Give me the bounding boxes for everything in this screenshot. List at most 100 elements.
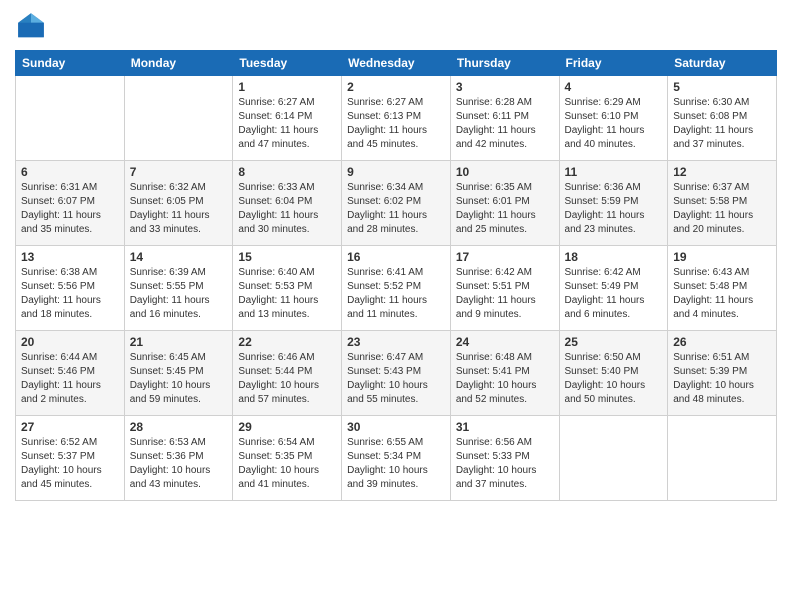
day-cell: 17 Sunrise: 6:42 AM Sunset: 5:51 PM Dayli… [450, 246, 559, 331]
day-info: Sunrise: 6:27 AM Sunset: 6:13 PM Dayligh… [347, 96, 445, 152]
day-cell: 31 Sunrise: 6:56 AM Sunset: 5:33 PM Dayli… [450, 416, 559, 501]
day-info: Sunrise: 6:48 AM Sunset: 5:41 PM Dayligh… [456, 351, 554, 407]
day-cell: 14 Sunrise: 6:39 AM Sunset: 5:55 PM Dayli… [124, 246, 233, 331]
day-info: Sunrise: 6:47 AM Sunset: 5:43 PM Dayligh… [347, 351, 445, 407]
day-cell: 22 Sunrise: 6:46 AM Sunset: 5:44 PM Dayli… [233, 331, 342, 416]
day-cell: 1Sunrise: 6:27 AM Sunset: 6:14 PM Daylig… [233, 76, 342, 161]
calendar-header: SundayMondayTuesdayWednesdayThursdayFrid… [16, 51, 777, 76]
day-number: 17 [456, 250, 554, 264]
day-cell: 5Sunrise: 6:30 AM Sunset: 6:08 PM Daylig… [668, 76, 777, 161]
header-row: SundayMondayTuesdayWednesdayThursdayFrid… [16, 51, 777, 76]
header-cell-sunday: Sunday [16, 51, 125, 76]
day-info: Sunrise: 6:42 AM Sunset: 5:51 PM Dayligh… [456, 266, 554, 322]
day-cell: 4 Sunrise: 6:29 AM Sunset: 6:10 PM Daylig… [559, 76, 668, 161]
week-row-2: 6 Sunrise: 6:31 AM Sunset: 6:07 PM Daylig… [16, 161, 777, 246]
day-cell: 3 Sunrise: 6:28 AM Sunset: 6:11 PM Daylig… [450, 76, 559, 161]
day-info: Sunrise: 6:45 AM Sunset: 5:45 PM Dayligh… [130, 351, 228, 407]
day-info: Sunrise: 6:37 AM Sunset: 5:58 PM Dayligh… [673, 181, 771, 237]
day-cell: 20 Sunrise: 6:44 AM Sunset: 5:46 PM Dayli… [16, 331, 125, 416]
day-cell: 12 Sunrise: 6:37 AM Sunset: 5:58 PM Dayli… [668, 161, 777, 246]
day-number: 11 [565, 165, 663, 179]
day-cell [124, 76, 233, 161]
day-cell: 11 Sunrise: 6:36 AM Sunset: 5:59 PM Dayli… [559, 161, 668, 246]
day-number: 23 [347, 335, 445, 349]
day-number: 12 [673, 165, 771, 179]
day-cell: 24 Sunrise: 6:48 AM Sunset: 5:41 PM Dayli… [450, 331, 559, 416]
day-cell [16, 76, 125, 161]
calendar-table: SundayMondayTuesdayWednesdayThursdayFrid… [15, 50, 777, 501]
day-number: 10 [456, 165, 554, 179]
header-cell-friday: Friday [559, 51, 668, 76]
day-number: 28 [130, 420, 228, 434]
day-cell: 30Sunrise: 6:55 AM Sunset: 5:34 PM Dayli… [342, 416, 451, 501]
logo [15, 10, 51, 42]
header-cell-monday: Monday [124, 51, 233, 76]
day-number: 6 [21, 165, 119, 179]
day-number: 18 [565, 250, 663, 264]
day-cell: 15Sunrise: 6:40 AM Sunset: 5:53 PM Dayli… [233, 246, 342, 331]
day-info: Sunrise: 6:39 AM Sunset: 5:55 PM Dayligh… [130, 266, 228, 322]
day-info: Sunrise: 6:31 AM Sunset: 6:07 PM Dayligh… [21, 181, 119, 237]
day-info: Sunrise: 6:34 AM Sunset: 6:02 PM Dayligh… [347, 181, 445, 237]
week-row-3: 13Sunrise: 6:38 AM Sunset: 5:56 PM Dayli… [16, 246, 777, 331]
day-info: Sunrise: 6:54 AM Sunset: 5:35 PM Dayligh… [238, 436, 336, 492]
header-cell-saturday: Saturday [668, 51, 777, 76]
day-info: Sunrise: 6:29 AM Sunset: 6:10 PM Dayligh… [565, 96, 663, 152]
week-row-1: 1Sunrise: 6:27 AM Sunset: 6:14 PM Daylig… [16, 76, 777, 161]
day-cell: 27Sunrise: 6:52 AM Sunset: 5:37 PM Dayli… [16, 416, 125, 501]
day-number: 4 [565, 80, 663, 94]
day-number: 31 [456, 420, 554, 434]
day-info: Sunrise: 6:36 AM Sunset: 5:59 PM Dayligh… [565, 181, 663, 237]
day-cell: 9Sunrise: 6:34 AM Sunset: 6:02 PM Daylig… [342, 161, 451, 246]
day-number: 20 [21, 335, 119, 349]
day-info: Sunrise: 6:42 AM Sunset: 5:49 PM Dayligh… [565, 266, 663, 322]
day-number: 14 [130, 250, 228, 264]
day-info: Sunrise: 6:35 AM Sunset: 6:01 PM Dayligh… [456, 181, 554, 237]
day-info: Sunrise: 6:41 AM Sunset: 5:52 PM Dayligh… [347, 266, 445, 322]
calendar-body: 1Sunrise: 6:27 AM Sunset: 6:14 PM Daylig… [16, 76, 777, 501]
day-number: 3 [456, 80, 554, 94]
day-info: Sunrise: 6:44 AM Sunset: 5:46 PM Dayligh… [21, 351, 119, 407]
header-cell-tuesday: Tuesday [233, 51, 342, 76]
day-cell: 25 Sunrise: 6:50 AM Sunset: 5:40 PM Dayli… [559, 331, 668, 416]
day-info: Sunrise: 6:38 AM Sunset: 5:56 PM Dayligh… [21, 266, 119, 322]
week-row-4: 20 Sunrise: 6:44 AM Sunset: 5:46 PM Dayli… [16, 331, 777, 416]
day-number: 29 [238, 420, 336, 434]
day-info: Sunrise: 6:50 AM Sunset: 5:40 PM Dayligh… [565, 351, 663, 407]
day-number: 25 [565, 335, 663, 349]
day-cell: 21Sunrise: 6:45 AM Sunset: 5:45 PM Dayli… [124, 331, 233, 416]
day-number: 8 [238, 165, 336, 179]
day-info: Sunrise: 6:32 AM Sunset: 6:05 PM Dayligh… [130, 181, 228, 237]
day-cell: 23 Sunrise: 6:47 AM Sunset: 5:43 PM Dayli… [342, 331, 451, 416]
day-number: 16 [347, 250, 445, 264]
day-cell: 18 Sunrise: 6:42 AM Sunset: 5:49 PM Dayli… [559, 246, 668, 331]
day-cell [668, 416, 777, 501]
day-info: Sunrise: 6:53 AM Sunset: 5:36 PM Dayligh… [130, 436, 228, 492]
day-number: 30 [347, 420, 445, 434]
day-info: Sunrise: 6:46 AM Sunset: 5:44 PM Dayligh… [238, 351, 336, 407]
logo-icon [15, 10, 47, 42]
day-cell: 26 Sunrise: 6:51 AM Sunset: 5:39 PM Dayli… [668, 331, 777, 416]
day-info: Sunrise: 6:51 AM Sunset: 5:39 PM Dayligh… [673, 351, 771, 407]
header-cell-thursday: Thursday [450, 51, 559, 76]
day-cell: 7 Sunrise: 6:32 AM Sunset: 6:05 PM Daylig… [124, 161, 233, 246]
day-cell: 6 Sunrise: 6:31 AM Sunset: 6:07 PM Daylig… [16, 161, 125, 246]
day-cell: 8Sunrise: 6:33 AM Sunset: 6:04 PM Daylig… [233, 161, 342, 246]
day-number: 7 [130, 165, 228, 179]
day-number: 22 [238, 335, 336, 349]
day-cell: 16 Sunrise: 6:41 AM Sunset: 5:52 PM Dayli… [342, 246, 451, 331]
day-number: 26 [673, 335, 771, 349]
day-info: Sunrise: 6:52 AM Sunset: 5:37 PM Dayligh… [21, 436, 119, 492]
day-cell: 19Sunrise: 6:43 AM Sunset: 5:48 PM Dayli… [668, 246, 777, 331]
day-number: 2 [347, 80, 445, 94]
day-info: Sunrise: 6:43 AM Sunset: 5:48 PM Dayligh… [673, 266, 771, 322]
day-info: Sunrise: 6:28 AM Sunset: 6:11 PM Dayligh… [456, 96, 554, 152]
day-cell: 2 Sunrise: 6:27 AM Sunset: 6:13 PM Daylig… [342, 76, 451, 161]
header-cell-wednesday: Wednesday [342, 51, 451, 76]
day-number: 24 [456, 335, 554, 349]
day-info: Sunrise: 6:27 AM Sunset: 6:14 PM Dayligh… [238, 96, 336, 152]
day-info: Sunrise: 6:56 AM Sunset: 5:33 PM Dayligh… [456, 436, 554, 492]
day-number: 15 [238, 250, 336, 264]
day-cell: 10 Sunrise: 6:35 AM Sunset: 6:01 PM Dayli… [450, 161, 559, 246]
week-row-5: 27Sunrise: 6:52 AM Sunset: 5:37 PM Dayli… [16, 416, 777, 501]
